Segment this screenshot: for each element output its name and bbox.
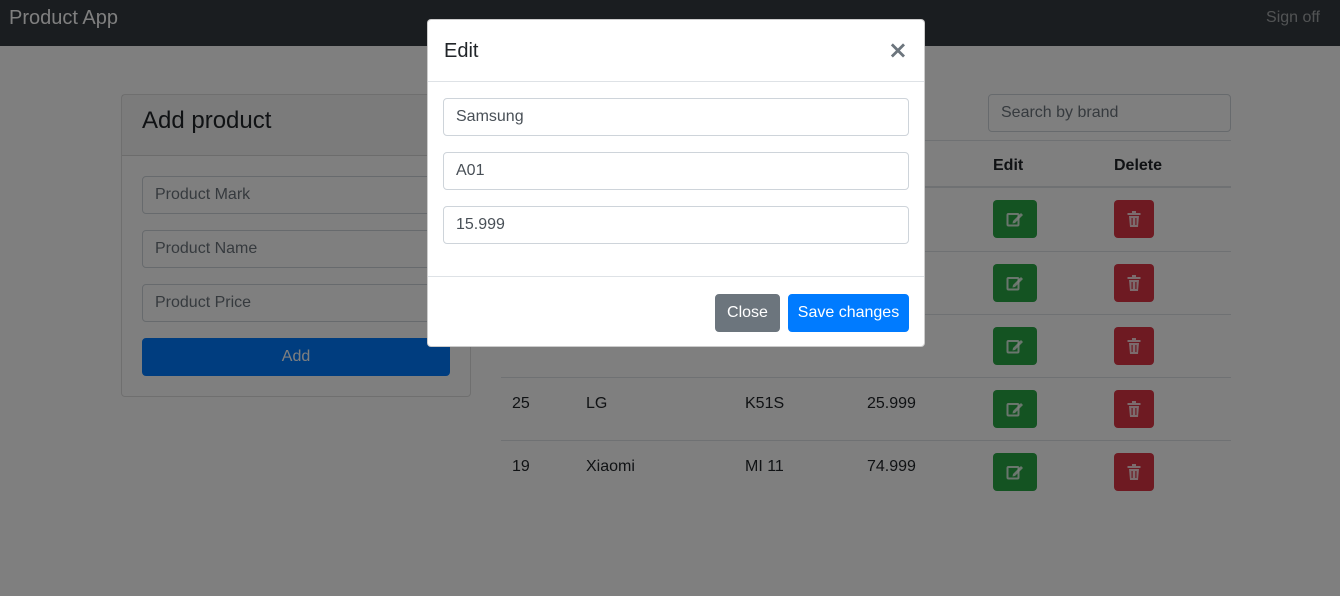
edit-price-input[interactable] <box>443 206 909 244</box>
close-button[interactable]: Close <box>715 294 780 332</box>
edit-mark-input[interactable] <box>443 98 909 136</box>
modal-header: Edit × <box>428 20 924 82</box>
save-changes-button[interactable]: Save changes <box>788 294 909 332</box>
edit-modal: Edit × Close Save changes <box>427 19 925 347</box>
modal-title: Edit <box>444 40 479 62</box>
modal-footer: Close Save changes <box>428 276 924 346</box>
edit-name-input[interactable] <box>443 152 909 190</box>
close-icon[interactable]: × <box>888 38 908 62</box>
